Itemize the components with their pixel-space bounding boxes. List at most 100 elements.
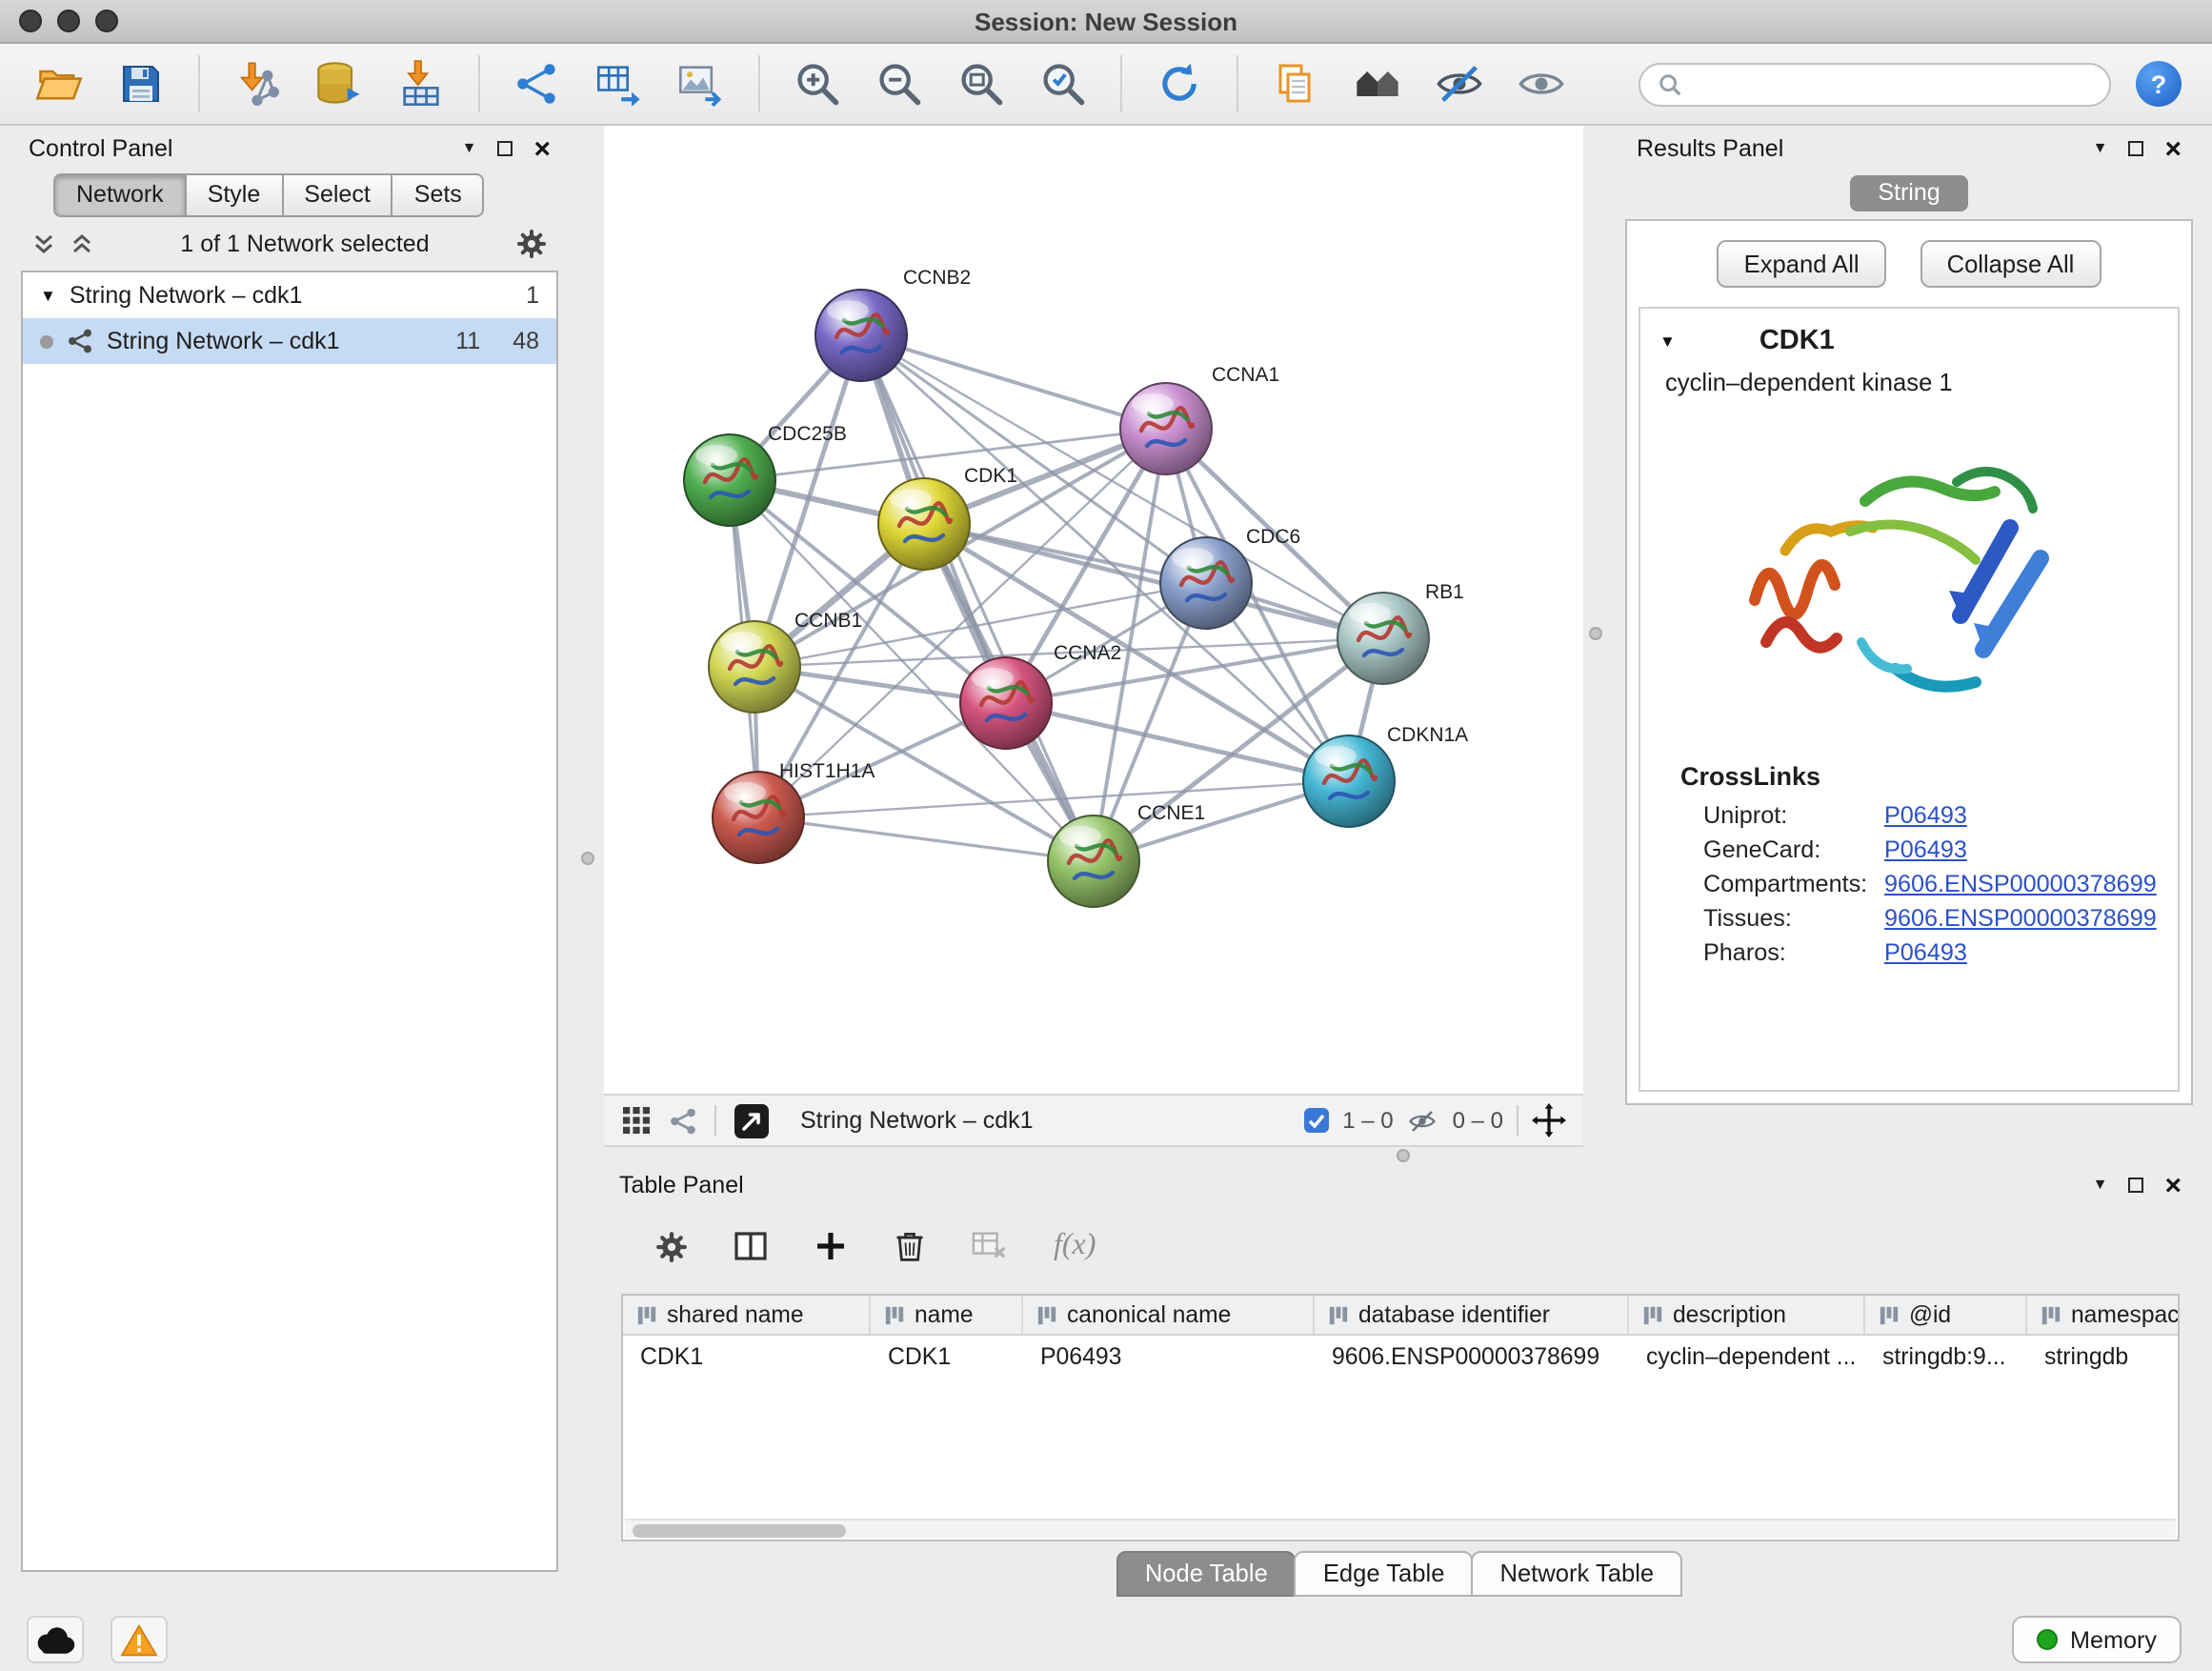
section-expand-icon[interactable]: ▼ xyxy=(1659,333,1676,350)
tab-node-table[interactable]: Node Table xyxy=(1116,1551,1297,1597)
apply-layout-button[interactable] xyxy=(1151,53,1208,114)
network-node-RB1[interactable] xyxy=(1337,593,1429,684)
search-input[interactable] xyxy=(1694,70,2092,97)
tab-style[interactable]: Style xyxy=(185,173,284,217)
crosslink-link[interactable]: P06493 xyxy=(1884,939,1967,966)
minimize-window-button[interactable] xyxy=(57,10,80,32)
network-from-table-button[interactable] xyxy=(591,53,648,114)
table-settings-gear-icon[interactable] xyxy=(655,1230,688,1262)
network-edge[interactable] xyxy=(861,335,1166,429)
cell-canonical-name[interactable]: P06493 xyxy=(1023,1336,1315,1378)
network-row[interactable]: String Network – cdk1 11 48 xyxy=(23,318,556,364)
grid-view-icon[interactable] xyxy=(621,1105,652,1136)
open-external-button[interactable] xyxy=(734,1102,770,1138)
search-box[interactable] xyxy=(1639,62,2111,106)
column-header-description[interactable]: description xyxy=(1629,1296,1865,1334)
network-canvas[interactable]: CCNB2CCNA1CDC25BCDK1CDC6RB1CCNB1CCNA2CDK… xyxy=(604,126,1583,1094)
column-header-database-identifier[interactable]: database identifier xyxy=(1315,1296,1629,1334)
cell-id[interactable]: stringdb:9... xyxy=(1865,1336,2027,1378)
memory-button[interactable]: Memory xyxy=(2011,1616,2182,1663)
network-edge[interactable] xyxy=(758,817,1094,861)
tab-string[interactable]: String xyxy=(1849,175,1968,211)
close-window-button[interactable] xyxy=(19,10,42,32)
panel-float-icon[interactable] xyxy=(2128,1178,2143,1193)
pan-crosshair-icon[interactable] xyxy=(1532,1103,1566,1137)
save-session-button[interactable] xyxy=(112,53,170,114)
crosslink-link[interactable]: 9606.ENSP00000378699 xyxy=(1884,871,2157,897)
collapse-all-button[interactable]: Collapse All xyxy=(1920,240,2101,288)
network-node-CDKN1A[interactable] xyxy=(1303,735,1395,827)
crosslink-link[interactable]: P06493 xyxy=(1884,836,1967,863)
tab-edge-table[interactable]: Edge Table xyxy=(1295,1551,1474,1597)
help-button[interactable]: ? xyxy=(2136,61,2182,107)
open-session-button[interactable] xyxy=(30,53,88,114)
panel-close-icon[interactable]: × xyxy=(2164,134,2182,163)
network-node-CCNB1[interactable] xyxy=(709,621,800,713)
network-node-CCNE1[interactable] xyxy=(1048,815,1139,907)
panel-float-icon[interactable] xyxy=(2128,141,2143,156)
panel-close-icon[interactable]: × xyxy=(2164,1171,2182,1199)
cell-description[interactable]: cyclin–dependent ... xyxy=(1629,1336,1865,1378)
duplicate-network-button[interactable] xyxy=(1267,53,1324,114)
cell-shared-name[interactable]: CDK1 xyxy=(623,1336,871,1378)
tab-network-table[interactable]: Network Table xyxy=(1471,1551,1682,1597)
import-network-file-button[interactable] xyxy=(229,53,286,114)
import-table-button[interactable] xyxy=(392,53,450,114)
scrollbar-thumb[interactable] xyxy=(633,1523,846,1537)
zoom-selected-button[interactable] xyxy=(1035,53,1092,114)
column-header-namespace[interactable]: namespace xyxy=(2027,1296,2180,1334)
network-node-CCNB2[interactable] xyxy=(815,290,907,381)
tree-expand-icon[interactable]: ▼ xyxy=(40,288,56,304)
network-edge[interactable] xyxy=(861,335,1094,861)
tab-select[interactable]: Select xyxy=(281,173,393,217)
warnings-button[interactable] xyxy=(111,1616,168,1663)
network-collection-row[interactable]: ▼ String Network – cdk1 1 xyxy=(23,272,556,318)
export-image-button[interactable] xyxy=(673,53,730,114)
zoom-window-button[interactable] xyxy=(95,10,118,32)
network-node-CDC25B[interactable] xyxy=(684,434,775,526)
column-header-id[interactable]: @id xyxy=(1865,1296,2027,1334)
left-splitter-handle[interactable] xyxy=(581,852,594,865)
network-edge[interactable] xyxy=(924,524,1383,638)
crosslink-link[interactable]: 9606.ENSP00000378699 xyxy=(1884,905,2157,932)
new-network-button[interactable] xyxy=(509,53,566,114)
import-network-database-button[interactable] xyxy=(311,53,368,114)
zoom-fit-button[interactable] xyxy=(953,53,1010,114)
expand-all-button[interactable]: Expand All xyxy=(1718,240,1886,288)
hide-selected-button[interactable] xyxy=(1431,53,1488,114)
tab-sets[interactable]: Sets xyxy=(392,173,485,217)
selected-checkbox-icon[interactable] xyxy=(1302,1107,1329,1134)
node-table[interactable]: shared name name canonical name database… xyxy=(621,1294,2180,1541)
network-view-icon[interactable] xyxy=(669,1106,697,1135)
panel-collapse-icon[interactable]: ▼ xyxy=(462,141,477,156)
add-column-icon[interactable] xyxy=(814,1229,848,1263)
zoom-in-button[interactable] xyxy=(789,53,846,114)
table-row[interactable]: CDK1 CDK1 P06493 9606.ENSP00000378699 cy… xyxy=(623,1336,2178,1378)
zoom-out-button[interactable] xyxy=(871,53,928,114)
bottom-splitter-handle[interactable] xyxy=(1397,1149,1410,1162)
expand-all-icon[interactable] xyxy=(70,232,93,254)
delete-table-icon[interactable] xyxy=(972,1229,1008,1263)
network-node-CDC6[interactable] xyxy=(1160,537,1252,629)
cloud-status-button[interactable] xyxy=(27,1616,84,1663)
crosslink-link[interactable]: P06493 xyxy=(1884,802,1967,829)
network-node-CCNA2[interactable] xyxy=(960,657,1052,749)
panel-collapse-icon[interactable]: ▼ xyxy=(2093,141,2108,156)
network-edge[interactable] xyxy=(1006,703,1349,781)
cell-name[interactable]: CDK1 xyxy=(871,1336,1023,1378)
network-node-CDK1[interactable] xyxy=(878,478,970,570)
tab-network[interactable]: Network xyxy=(53,173,187,217)
column-header-canonical-name[interactable]: canonical name xyxy=(1023,1296,1315,1334)
column-header-name[interactable]: name xyxy=(871,1296,1023,1334)
show-columns-icon[interactable] xyxy=(734,1229,768,1263)
panel-close-icon[interactable]: × xyxy=(533,134,551,163)
function-builder-icon[interactable]: f(x) xyxy=(1054,1229,1096,1263)
delete-column-trash-icon[interactable] xyxy=(894,1229,926,1263)
horizontal-scrollbar[interactable] xyxy=(625,1519,2176,1538)
show-all-button[interactable] xyxy=(1513,53,1570,114)
panel-float-icon[interactable] xyxy=(497,141,513,156)
network-node-CCNA1[interactable] xyxy=(1120,383,1212,474)
home-button[interactable] xyxy=(1349,53,1406,114)
column-header-shared-name[interactable]: shared name xyxy=(623,1296,871,1334)
network-node-HIST1H1A[interactable] xyxy=(713,772,804,863)
